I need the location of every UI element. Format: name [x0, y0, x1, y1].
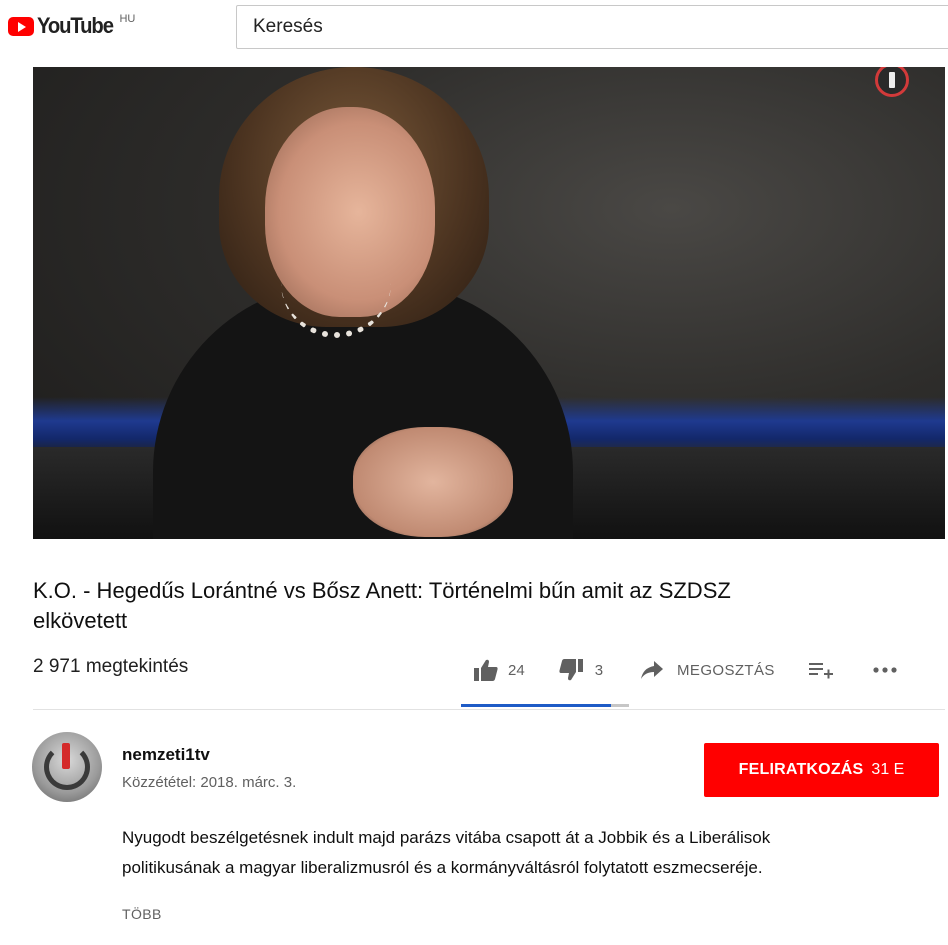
play-logo-icon [8, 17, 34, 36]
view-count: 2 971 megtekintés [33, 656, 189, 677]
playlist-add-icon [808, 663, 833, 679]
video-person-hands [353, 427, 513, 537]
video-title-line2: elkövetett [33, 608, 128, 633]
share-button[interactable]: MEGOSZTÁS [641, 661, 775, 679]
dislike-button[interactable]: 3 [559, 659, 603, 681]
share-label: MEGOSZTÁS [677, 661, 775, 679]
more-horizontal-icon [873, 667, 897, 673]
video-title: K.O. - Hegedűs Lorántné vs Bősz Anett: T… [33, 576, 933, 636]
like-button[interactable]: 24 [474, 659, 525, 681]
divider [33, 709, 945, 710]
subscriber-count: 31 E [871, 761, 905, 778]
video-player[interactable] [33, 67, 945, 539]
more-actions-button[interactable] [873, 667, 897, 673]
subscribe-button[interactable]: FELIRATKOZÁS 31 E [704, 743, 939, 797]
channel-logo-icon [44, 743, 90, 790]
publish-date: Közzététel: 2018. márc. 3. [122, 774, 297, 791]
share-arrow-icon [641, 661, 664, 679]
description-line2: politikusának a magyar liberalizmusról é… [122, 858, 763, 877]
channel-logo-icon [875, 67, 909, 97]
description-line1: Nyugodt beszélgetésnek indult majd paráz… [122, 828, 771, 847]
channel-avatar[interactable] [32, 732, 102, 802]
subscribe-label: FELIRATKOZÁS [738, 761, 864, 778]
region-code: HU [119, 13, 136, 25]
search-input[interactable] [236, 5, 948, 49]
thumbs-up-icon [474, 659, 498, 681]
like-ratio-fill [461, 704, 611, 707]
video-title-line1: K.O. - Hegedűs Lorántné vs Bősz Anett: T… [33, 578, 731, 603]
like-dislike-bar [461, 704, 629, 707]
channel-name[interactable]: nemzeti1tv [122, 745, 210, 765]
dislike-count: 3 [594, 661, 604, 679]
save-to-playlist-button[interactable] [808, 661, 833, 679]
video-actions: 24 3 MEGOSZTÁS [458, 654, 897, 686]
like-count: 24 [508, 661, 525, 679]
youtube-logo[interactable]: YouTube HU [8, 13, 135, 39]
video-description: Nyugodt beszélgetésnek indult majd paráz… [122, 823, 922, 883]
thumbs-down-icon [559, 659, 583, 681]
show-more-button[interactable]: TÖBB [122, 906, 162, 922]
logo-text: YouTube [37, 13, 114, 38]
top-bar: YouTube HU [0, 0, 948, 66]
